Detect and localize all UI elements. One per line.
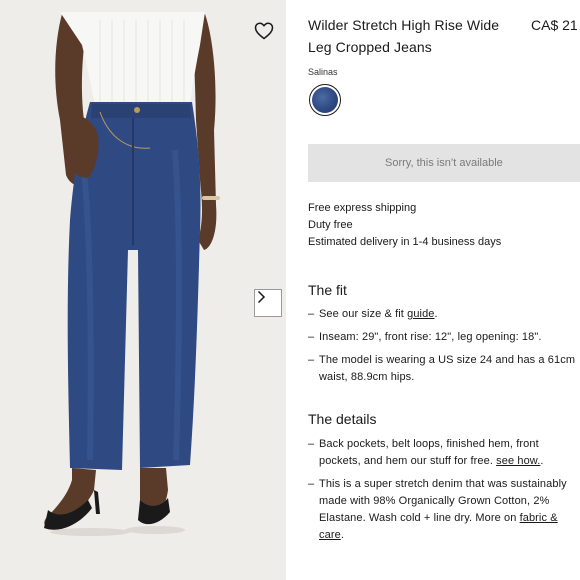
- shipping-line: Estimated delivery in 1-4 business days: [308, 236, 502, 248]
- unavailable-label: Sorry, this isn’t available: [385, 157, 503, 169]
- size-guide-link[interactable]: guide: [407, 308, 434, 320]
- product-image[interactable]: [0, 0, 286, 580]
- details-list: – Back pockets, belt loops, finished hem…: [308, 436, 580, 550]
- list-item: – Inseam: 29", front rise: 12", leg open…: [308, 331, 542, 343]
- list-item: – Back pockets, belt loops, finished hem…: [308, 438, 544, 467]
- product-title: Wilder Stretch High Rise Wide Leg Croppe…: [308, 17, 500, 55]
- unavailable-button[interactable]: Sorry, this isn’t available: [308, 144, 580, 182]
- list-item: – See our size & fit guide.: [308, 308, 438, 320]
- product-info-panel: Wilder Stretch High Rise Wide Leg Croppe…: [308, 0, 580, 580]
- color-swatch[interactable]: [309, 84, 341, 116]
- swatch-fill: [312, 87, 338, 113]
- model-photo: [0, 0, 286, 580]
- shipping-info: Free express shipping Duty free Estimate…: [308, 200, 501, 251]
- shipping-line: Duty free: [308, 219, 353, 231]
- see-how-link[interactable]: see how.: [496, 455, 540, 467]
- list-item: – The model is wearing a US size 24 and …: [308, 354, 576, 383]
- wishlist-button[interactable]: [254, 22, 278, 44]
- list-item: – This is a super stretch denim that was…: [308, 478, 567, 541]
- details-heading: The details: [308, 411, 377, 427]
- fit-list: – See our size & fit guide. – Inseam: 29…: [308, 306, 580, 392]
- shipping-line: Free express shipping: [308, 202, 417, 214]
- product-price: CA$ 21: [531, 17, 578, 33]
- next-image-button[interactable]: [254, 289, 282, 317]
- color-name: Salinas: [308, 67, 338, 77]
- fit-heading: The fit: [308, 282, 347, 298]
